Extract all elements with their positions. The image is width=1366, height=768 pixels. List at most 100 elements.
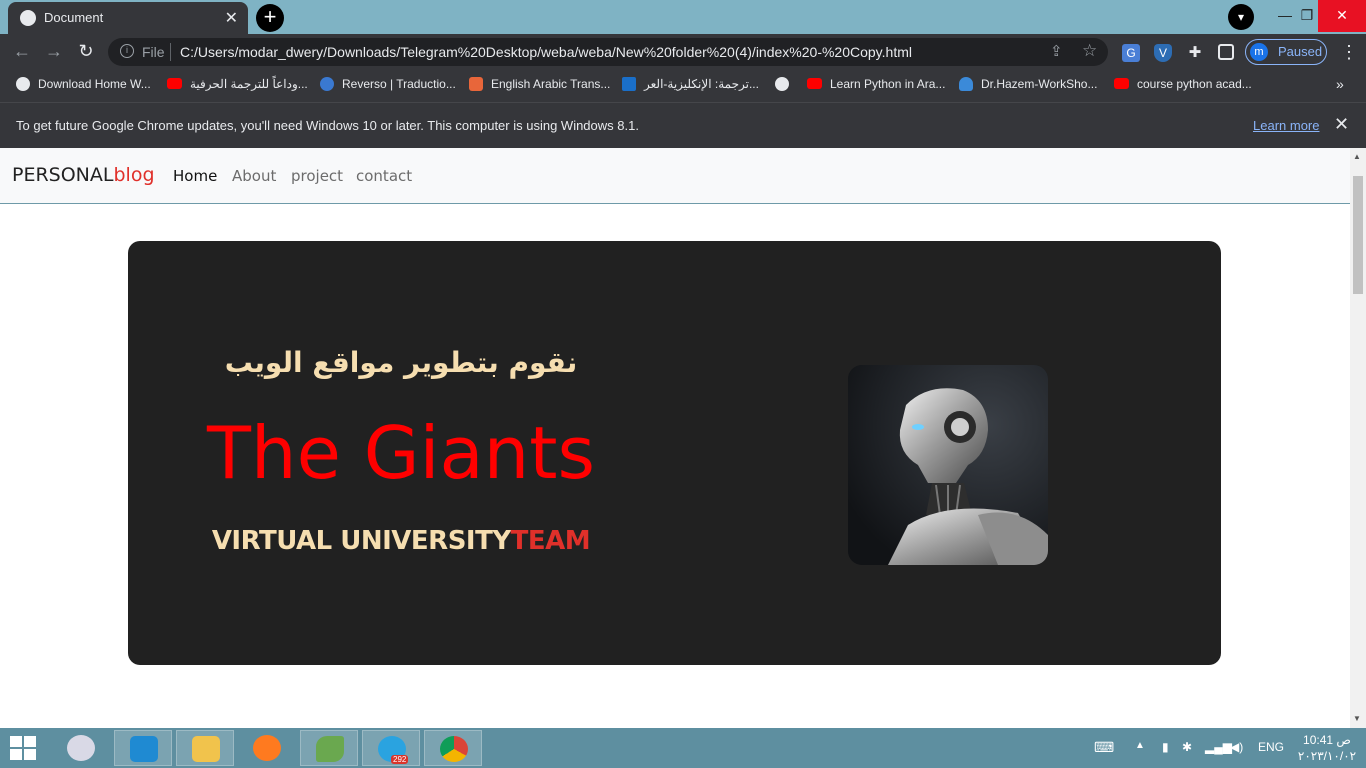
menu-dots-icon[interactable]: ⋮ xyxy=(1340,42,1358,63)
tab-document[interactable]: Document ✕ xyxy=(8,2,248,34)
youtube-icon xyxy=(807,78,822,89)
forward-button[interactable]: → xyxy=(42,40,66,64)
nav-link-contact[interactable]: contact xyxy=(356,167,412,185)
notification-badge: 292 xyxy=(391,755,409,764)
learn-more-link[interactable]: Learn more xyxy=(1253,118,1319,133)
hero-banner: نقوم بتطوير مواقع الويب The Giants VIRTU… xyxy=(128,241,1221,665)
bookmark-item[interactable]: English Arabic Trans... xyxy=(469,77,610,91)
bookmark-item[interactable] xyxy=(775,77,797,91)
close-tab-icon[interactable]: ✕ xyxy=(225,8,238,28)
infobar-message: To get future Google Chrome updates, you… xyxy=(16,118,639,133)
translate-icon xyxy=(469,77,483,91)
hero-headline: The Giants xyxy=(206,411,596,495)
share-icon[interactable]: ⇪ xyxy=(1050,42,1063,60)
reload-button[interactable]: ↻ xyxy=(74,40,98,64)
bookmark-item[interactable]: Dr.Hazem-WorkSho... xyxy=(959,77,1097,91)
bluetooth-icon[interactable]: ✱ xyxy=(1182,740,1192,754)
site-navbar: PERSONALblog Home About project contact xyxy=(0,148,1350,204)
wifi-icon[interactable]: ▂▄▆ xyxy=(1205,740,1232,754)
onedrive-icon xyxy=(959,77,973,91)
back-button[interactable]: ← xyxy=(10,40,34,64)
chrome-icon xyxy=(440,736,468,762)
tab-strip: Document ✕ + ▾ — ❐ ✕ xyxy=(0,0,1366,34)
hero-tagline: نقوم بتطوير مواقع الويب xyxy=(224,346,578,379)
scroll-down-icon[interactable]: ▼ xyxy=(1353,714,1361,723)
chevron-right-icon[interactable]: » xyxy=(1336,76,1344,92)
bookmark-item[interactable]: ترجمة: الإنكليزية-العر... xyxy=(622,77,759,91)
vscode-icon xyxy=(130,736,158,762)
scroll-up-icon[interactable]: ▲ xyxy=(1353,152,1361,161)
app-icon xyxy=(316,736,344,762)
close-icon[interactable]: ✕ xyxy=(1334,114,1349,135)
scrollbar-thumb[interactable] xyxy=(1353,176,1363,294)
battery-icon[interactable]: ▮ xyxy=(1162,740,1169,754)
windows-taskbar: 292 ⌨ ▲ ▮ ✱ ▂▄▆ ◀) ENG 10:41 ص ٢٠٢٣/١٠/٠… xyxy=(0,728,1366,768)
url-text[interactable]: C:/Users/modar_dwery/Downloads/Telegram%… xyxy=(180,44,912,60)
taskbar-app-explorer[interactable] xyxy=(176,730,234,766)
globe-icon xyxy=(775,77,789,91)
taskbar-app-winrar[interactable] xyxy=(300,730,358,766)
bookmark-label: وداعاً للترجمة الحرفية... xyxy=(190,77,308,91)
taskbar-app-telegram[interactable]: 292 xyxy=(362,730,420,766)
volume-icon[interactable]: ◀) xyxy=(1230,740,1243,754)
page-scrollbar[interactable]: ▲ ▼ xyxy=(1350,148,1366,728)
globe-icon xyxy=(20,10,36,26)
info-icon[interactable]: i xyxy=(120,44,134,58)
clock-date: ٢٠٢٣/١٠/٠٢ xyxy=(1297,749,1357,763)
browser-toolbar: ← → ↻ i File C:/Users/modar_dwery/Downlo… xyxy=(0,34,1366,70)
keyboard-icon[interactable]: ⌨ xyxy=(1094,739,1114,756)
taskbar-app-chrome[interactable] xyxy=(424,730,482,766)
divider xyxy=(170,43,171,61)
side-panel-icon[interactable] xyxy=(1218,44,1234,60)
folder-icon xyxy=(192,736,220,762)
team-main: VIRTUAL UNIVERSITY xyxy=(211,526,511,556)
nav-link-home[interactable]: Home xyxy=(173,167,217,185)
page-viewport: PERSONALblog Home About project contact … xyxy=(0,148,1350,728)
profile-status: Paused xyxy=(1278,44,1323,59)
bookmark-item[interactable]: وداعاً للترجمة الحرفية... xyxy=(167,77,308,91)
globe-icon xyxy=(16,77,30,91)
bookmark-item[interactable]: Learn Python in Ara... xyxy=(807,77,945,91)
bookmark-label: course python acad... xyxy=(1137,77,1252,91)
hero-team: VIRTUAL UNIVERSITYTEAM xyxy=(128,526,674,556)
language-indicator[interactable]: ENG xyxy=(1258,740,1284,754)
robot-image xyxy=(848,365,1048,565)
shield-icon[interactable]: V xyxy=(1154,44,1172,62)
taskbar-app-snipping[interactable] xyxy=(52,730,110,766)
windows-start-icon[interactable] xyxy=(10,736,36,760)
bookmark-label: Reverso | Traductio... xyxy=(342,77,456,91)
bookmark-star-icon[interactable]: ☆ xyxy=(1082,41,1097,61)
firefox-icon xyxy=(253,735,281,761)
google-translate-icon[interactable]: G xyxy=(1122,44,1140,62)
bookmark-item[interactable]: course python acad... xyxy=(1114,77,1252,91)
profile-button[interactable]: m Paused xyxy=(1245,39,1327,65)
chevron-up-icon[interactable]: ▲ xyxy=(1135,740,1145,751)
bookmark-label: Dr.Hazem-WorkSho... xyxy=(981,77,1098,91)
tumblr-icon xyxy=(622,77,636,91)
taskbar-app-firefox[interactable] xyxy=(238,730,296,766)
taskbar-app-vscode[interactable] xyxy=(114,730,172,766)
bookmark-item[interactable]: Download Home W... xyxy=(16,77,151,91)
file-label: File xyxy=(142,44,165,60)
brand-main: PERSONAL xyxy=(12,164,114,186)
team-accent: TEAM xyxy=(510,526,591,556)
update-infobar: To get future Google Chrome updates, you… xyxy=(0,102,1366,148)
extensions-icon[interactable]: ✚ xyxy=(1186,44,1204,62)
bookmarks-bar: Download Home W... وداعاً للترجمة الحرفي… xyxy=(0,70,1366,102)
tab-title: Document xyxy=(44,10,104,25)
snipping-tool-icon xyxy=(67,735,95,761)
site-brand[interactable]: PERSONALblog xyxy=(12,164,155,186)
nav-link-about[interactable]: About xyxy=(232,167,276,185)
reverso-icon xyxy=(320,77,334,91)
new-tab-button[interactable]: + xyxy=(256,4,284,32)
bookmark-label: Learn Python in Ara... xyxy=(830,77,946,91)
nav-link-project[interactable]: project xyxy=(291,167,343,185)
youtube-icon xyxy=(167,78,182,89)
system-clock[interactable]: 10:41 ص ٢٠٢٣/١٠/٠٢ xyxy=(1296,732,1358,764)
brand-accent: blog xyxy=(113,164,155,186)
clock-time: 10:41 ص xyxy=(1303,733,1351,747)
address-bar[interactable]: i File C:/Users/modar_dwery/Downloads/Te… xyxy=(108,38,1108,66)
close-window-button[interactable]: ✕ xyxy=(1318,0,1366,32)
chevron-down-icon[interactable]: ▾ xyxy=(1228,4,1254,30)
bookmark-item[interactable]: Reverso | Traductio... xyxy=(320,77,456,91)
